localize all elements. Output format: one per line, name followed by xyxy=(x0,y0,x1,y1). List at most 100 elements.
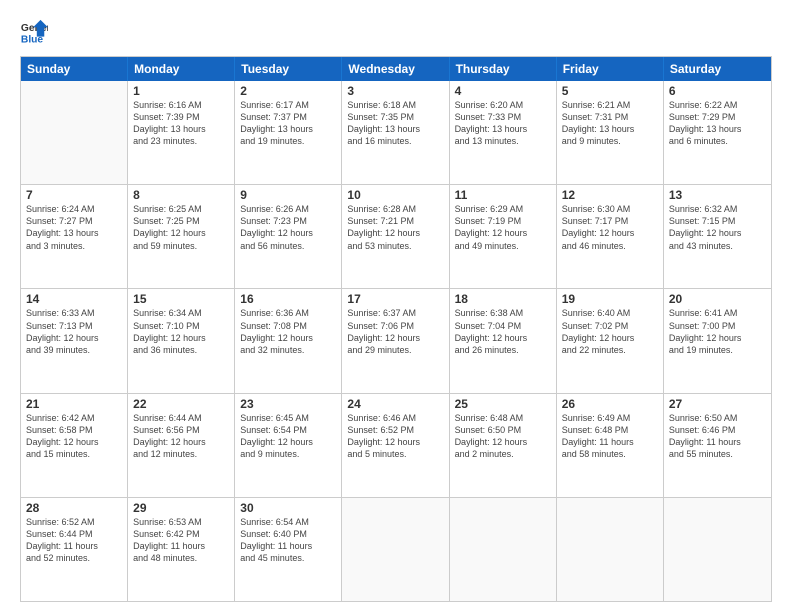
day-number: 1 xyxy=(133,84,229,98)
day-number: 25 xyxy=(455,397,551,411)
cal-cell: 17Sunrise: 6:37 AM Sunset: 7:06 PM Dayli… xyxy=(342,289,449,392)
cell-info: Sunrise: 6:50 AM Sunset: 6:46 PM Dayligh… xyxy=(669,412,766,461)
day-number: 17 xyxy=(347,292,443,306)
cell-info: Sunrise: 6:54 AM Sunset: 6:40 PM Dayligh… xyxy=(240,516,336,565)
calendar-row-1: 1Sunrise: 6:16 AM Sunset: 7:39 PM Daylig… xyxy=(21,81,771,184)
cell-info: Sunrise: 6:45 AM Sunset: 6:54 PM Dayligh… xyxy=(240,412,336,461)
cal-cell: 10Sunrise: 6:28 AM Sunset: 7:21 PM Dayli… xyxy=(342,185,449,288)
cell-info: Sunrise: 6:42 AM Sunset: 6:58 PM Dayligh… xyxy=(26,412,122,461)
day-number: 10 xyxy=(347,188,443,202)
header-day-sunday: Sunday xyxy=(21,57,128,81)
cal-cell: 18Sunrise: 6:38 AM Sunset: 7:04 PM Dayli… xyxy=(450,289,557,392)
cell-info: Sunrise: 6:37 AM Sunset: 7:06 PM Dayligh… xyxy=(347,307,443,356)
calendar-row-4: 21Sunrise: 6:42 AM Sunset: 6:58 PM Dayli… xyxy=(21,393,771,497)
page: General Blue SundayMondayTuesdayWednesda… xyxy=(0,0,792,612)
cell-info: Sunrise: 6:40 AM Sunset: 7:02 PM Dayligh… xyxy=(562,307,658,356)
day-number: 7 xyxy=(26,188,122,202)
cal-cell: 27Sunrise: 6:50 AM Sunset: 6:46 PM Dayli… xyxy=(664,394,771,497)
cal-cell: 25Sunrise: 6:48 AM Sunset: 6:50 PM Dayli… xyxy=(450,394,557,497)
cal-cell xyxy=(557,498,664,601)
day-number: 24 xyxy=(347,397,443,411)
calendar-body: 1Sunrise: 6:16 AM Sunset: 7:39 PM Daylig… xyxy=(21,81,771,601)
cell-info: Sunrise: 6:20 AM Sunset: 7:33 PM Dayligh… xyxy=(455,99,551,148)
day-number: 6 xyxy=(669,84,766,98)
day-number: 13 xyxy=(669,188,766,202)
cal-cell: 9Sunrise: 6:26 AM Sunset: 7:23 PM Daylig… xyxy=(235,185,342,288)
day-number: 29 xyxy=(133,501,229,515)
cell-info: Sunrise: 6:17 AM Sunset: 7:37 PM Dayligh… xyxy=(240,99,336,148)
day-number: 19 xyxy=(562,292,658,306)
logo-icon: General Blue xyxy=(20,18,48,46)
logo: General Blue xyxy=(20,18,48,46)
cal-cell: 11Sunrise: 6:29 AM Sunset: 7:19 PM Dayli… xyxy=(450,185,557,288)
cal-cell: 16Sunrise: 6:36 AM Sunset: 7:08 PM Dayli… xyxy=(235,289,342,392)
cal-cell xyxy=(21,81,128,184)
cell-info: Sunrise: 6:44 AM Sunset: 6:56 PM Dayligh… xyxy=(133,412,229,461)
cal-cell: 5Sunrise: 6:21 AM Sunset: 7:31 PM Daylig… xyxy=(557,81,664,184)
cell-info: Sunrise: 6:32 AM Sunset: 7:15 PM Dayligh… xyxy=(669,203,766,252)
header-day-saturday: Saturday xyxy=(664,57,771,81)
header-day-tuesday: Tuesday xyxy=(235,57,342,81)
cell-info: Sunrise: 6:52 AM Sunset: 6:44 PM Dayligh… xyxy=(26,516,122,565)
cal-cell xyxy=(450,498,557,601)
cal-cell: 2Sunrise: 6:17 AM Sunset: 7:37 PM Daylig… xyxy=(235,81,342,184)
cal-cell: 30Sunrise: 6:54 AM Sunset: 6:40 PM Dayli… xyxy=(235,498,342,601)
header-day-wednesday: Wednesday xyxy=(342,57,449,81)
cal-cell: 4Sunrise: 6:20 AM Sunset: 7:33 PM Daylig… xyxy=(450,81,557,184)
day-number: 16 xyxy=(240,292,336,306)
cal-cell: 7Sunrise: 6:24 AM Sunset: 7:27 PM Daylig… xyxy=(21,185,128,288)
cal-cell: 12Sunrise: 6:30 AM Sunset: 7:17 PM Dayli… xyxy=(557,185,664,288)
header-day-thursday: Thursday xyxy=(450,57,557,81)
day-number: 26 xyxy=(562,397,658,411)
cal-cell: 24Sunrise: 6:46 AM Sunset: 6:52 PM Dayli… xyxy=(342,394,449,497)
cell-info: Sunrise: 6:24 AM Sunset: 7:27 PM Dayligh… xyxy=(26,203,122,252)
day-number: 15 xyxy=(133,292,229,306)
cal-cell: 26Sunrise: 6:49 AM Sunset: 6:48 PM Dayli… xyxy=(557,394,664,497)
cell-info: Sunrise: 6:22 AM Sunset: 7:29 PM Dayligh… xyxy=(669,99,766,148)
calendar-row-3: 14Sunrise: 6:33 AM Sunset: 7:13 PM Dayli… xyxy=(21,288,771,392)
day-number: 30 xyxy=(240,501,336,515)
cal-cell: 22Sunrise: 6:44 AM Sunset: 6:56 PM Dayli… xyxy=(128,394,235,497)
day-number: 5 xyxy=(562,84,658,98)
calendar-row-5: 28Sunrise: 6:52 AM Sunset: 6:44 PM Dayli… xyxy=(21,497,771,601)
day-number: 2 xyxy=(240,84,336,98)
cell-info: Sunrise: 6:25 AM Sunset: 7:25 PM Dayligh… xyxy=(133,203,229,252)
cell-info: Sunrise: 6:26 AM Sunset: 7:23 PM Dayligh… xyxy=(240,203,336,252)
day-number: 27 xyxy=(669,397,766,411)
cell-info: Sunrise: 6:33 AM Sunset: 7:13 PM Dayligh… xyxy=(26,307,122,356)
day-number: 3 xyxy=(347,84,443,98)
cell-info: Sunrise: 6:30 AM Sunset: 7:17 PM Dayligh… xyxy=(562,203,658,252)
calendar-header: SundayMondayTuesdayWednesdayThursdayFrid… xyxy=(21,57,771,81)
day-number: 9 xyxy=(240,188,336,202)
cal-cell: 1Sunrise: 6:16 AM Sunset: 7:39 PM Daylig… xyxy=(128,81,235,184)
calendar: SundayMondayTuesdayWednesdayThursdayFrid… xyxy=(20,56,772,602)
cal-cell: 19Sunrise: 6:40 AM Sunset: 7:02 PM Dayli… xyxy=(557,289,664,392)
cal-cell: 21Sunrise: 6:42 AM Sunset: 6:58 PM Dayli… xyxy=(21,394,128,497)
day-number: 18 xyxy=(455,292,551,306)
day-number: 8 xyxy=(133,188,229,202)
cell-info: Sunrise: 6:29 AM Sunset: 7:19 PM Dayligh… xyxy=(455,203,551,252)
header-day-friday: Friday xyxy=(557,57,664,81)
cell-info: Sunrise: 6:16 AM Sunset: 7:39 PM Dayligh… xyxy=(133,99,229,148)
day-number: 20 xyxy=(669,292,766,306)
cell-info: Sunrise: 6:21 AM Sunset: 7:31 PM Dayligh… xyxy=(562,99,658,148)
cal-cell xyxy=(342,498,449,601)
cal-cell: 28Sunrise: 6:52 AM Sunset: 6:44 PM Dayli… xyxy=(21,498,128,601)
cal-cell: 14Sunrise: 6:33 AM Sunset: 7:13 PM Dayli… xyxy=(21,289,128,392)
cal-cell: 15Sunrise: 6:34 AM Sunset: 7:10 PM Dayli… xyxy=(128,289,235,392)
cell-info: Sunrise: 6:18 AM Sunset: 7:35 PM Dayligh… xyxy=(347,99,443,148)
cal-cell: 8Sunrise: 6:25 AM Sunset: 7:25 PM Daylig… xyxy=(128,185,235,288)
day-number: 22 xyxy=(133,397,229,411)
header-day-monday: Monday xyxy=(128,57,235,81)
cal-cell: 20Sunrise: 6:41 AM Sunset: 7:00 PM Dayli… xyxy=(664,289,771,392)
cell-info: Sunrise: 6:49 AM Sunset: 6:48 PM Dayligh… xyxy=(562,412,658,461)
cell-info: Sunrise: 6:53 AM Sunset: 6:42 PM Dayligh… xyxy=(133,516,229,565)
cell-info: Sunrise: 6:41 AM Sunset: 7:00 PM Dayligh… xyxy=(669,307,766,356)
cal-cell: 6Sunrise: 6:22 AM Sunset: 7:29 PM Daylig… xyxy=(664,81,771,184)
cell-info: Sunrise: 6:34 AM Sunset: 7:10 PM Dayligh… xyxy=(133,307,229,356)
day-number: 12 xyxy=(562,188,658,202)
cell-info: Sunrise: 6:36 AM Sunset: 7:08 PM Dayligh… xyxy=(240,307,336,356)
cal-cell: 29Sunrise: 6:53 AM Sunset: 6:42 PM Dayli… xyxy=(128,498,235,601)
day-number: 11 xyxy=(455,188,551,202)
cell-info: Sunrise: 6:48 AM Sunset: 6:50 PM Dayligh… xyxy=(455,412,551,461)
